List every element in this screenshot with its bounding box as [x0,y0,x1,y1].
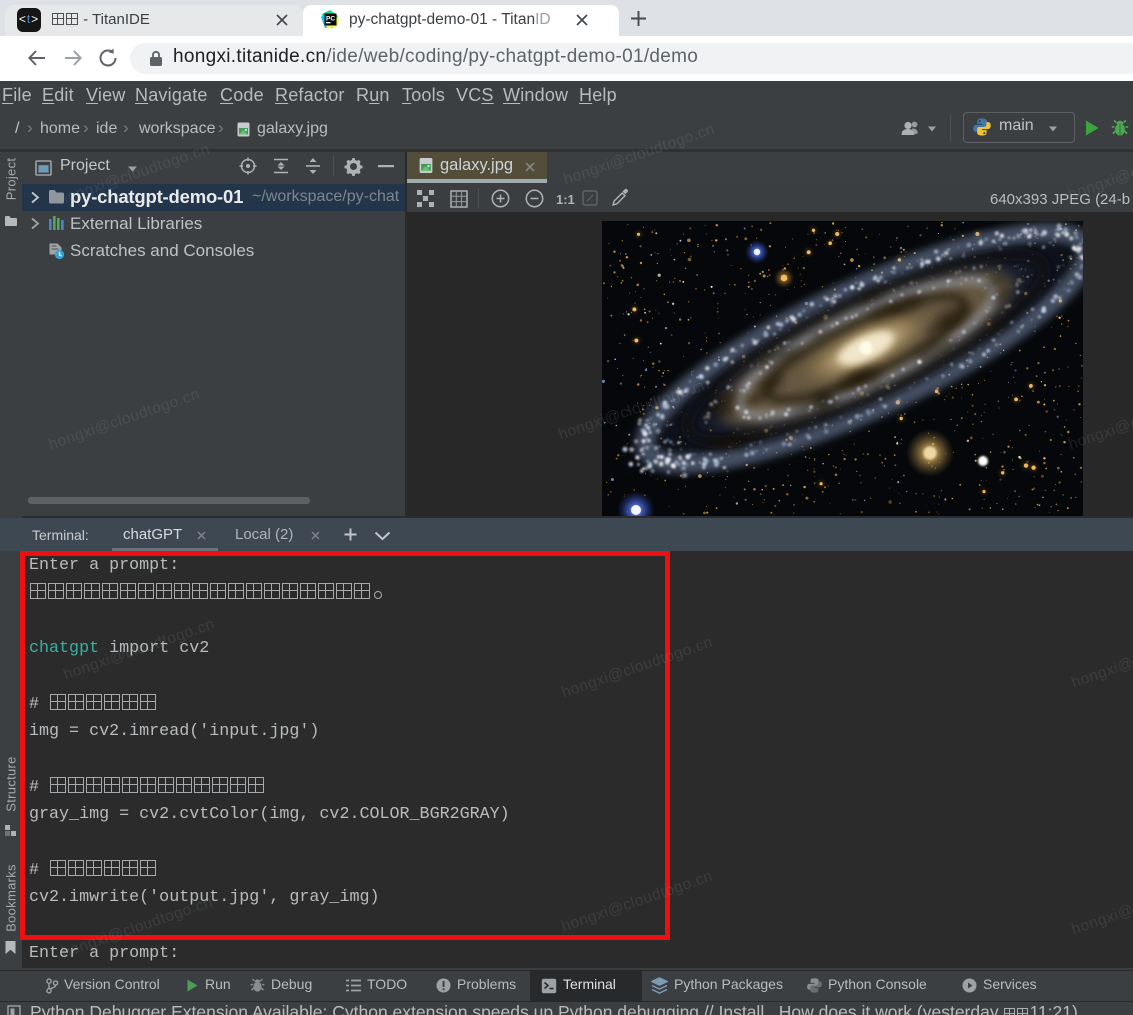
svg-text:PC: PC [326,16,335,23]
